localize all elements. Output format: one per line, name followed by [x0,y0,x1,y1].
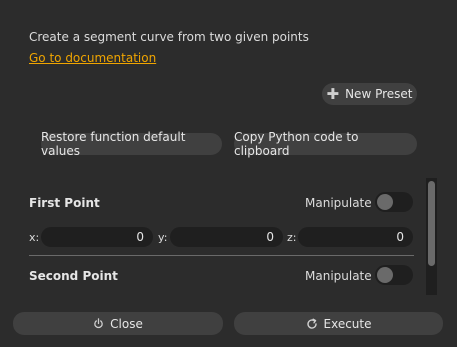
execute-button[interactable]: Execute [234,312,443,335]
plus-icon: ✚ [326,84,340,103]
second-point-title: Second Point [29,269,118,283]
first-point-manipulate-toggle[interactable] [375,192,413,212]
second-point-manipulate-label: Manipulate [305,269,372,283]
second-point-manipulate-toggle[interactable] [375,265,413,285]
first-point-x-field[interactable]: 0 [41,227,153,247]
y-label: y: [158,231,168,244]
parameters-panel: First Point Manipulate x: 0 y: 0 z: 0 Se… [0,178,424,295]
power-icon [93,318,104,329]
restore-defaults-button[interactable]: Restore function default values [41,130,222,158]
copy-python-button[interactable]: Copy Python code to clipboard [234,130,417,158]
close-button[interactable]: Close [13,312,223,335]
scrollbar-thumb[interactable] [428,181,435,266]
first-point-z-field[interactable]: 0 [298,227,413,247]
x-label: x: [29,231,40,244]
new-preset-button[interactable]: ✚ New Preset [322,83,417,105]
first-point-title: First Point [29,196,100,210]
first-point-manipulate-label: Manipulate [305,196,372,210]
panel-scrollbar[interactable] [426,178,437,295]
toggle-knob [377,267,393,283]
new-preset-label: New Preset [345,87,413,101]
refresh-icon [306,318,318,330]
first-point-y-field[interactable]: 0 [170,227,283,247]
close-label: Close [110,316,143,331]
documentation-link[interactable]: Go to documentation [29,51,156,65]
section-divider [29,255,414,256]
toggle-knob [377,194,393,210]
function-description: Create a segment curve from two given po… [29,30,309,44]
execute-label: Execute [323,316,372,331]
z-label: z: [287,231,297,244]
